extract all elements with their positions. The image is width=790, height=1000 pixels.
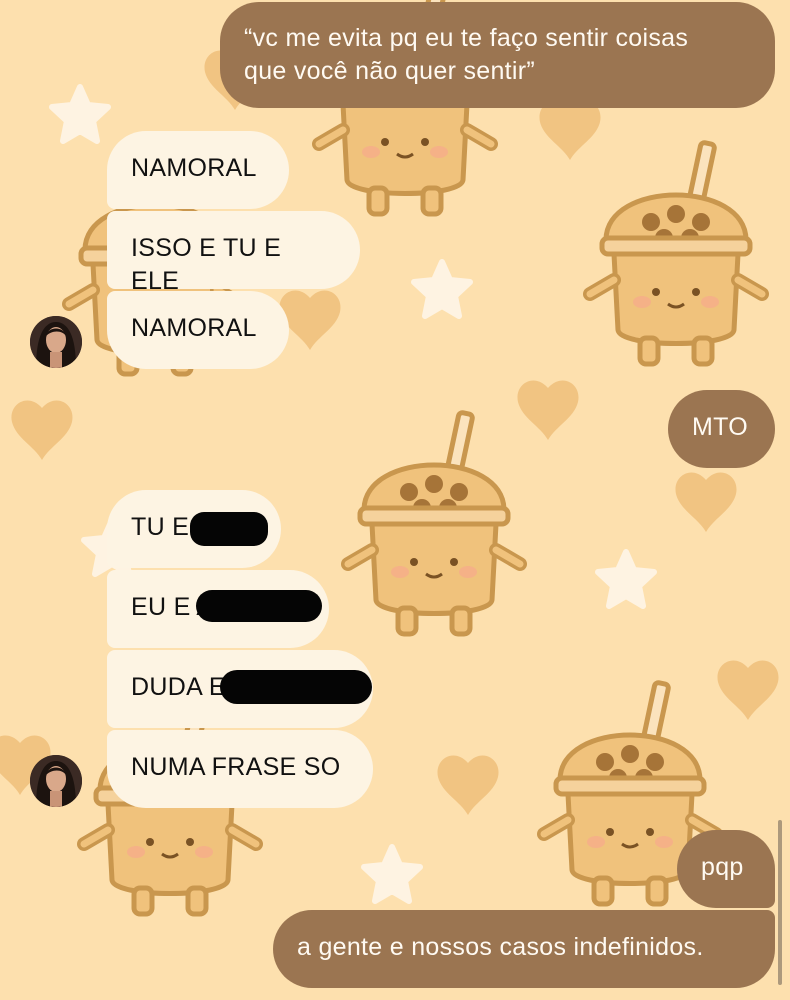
redaction-mark [220, 670, 372, 704]
contact-avatar-icon[interactable] [30, 316, 82, 368]
message-incoming[interactable]: NAMORAL [107, 291, 289, 369]
redaction-mark [196, 590, 322, 622]
message-incoming[interactable]: NAMORAL [107, 131, 289, 209]
scrollbar[interactable] [778, 820, 782, 985]
redaction-mark [190, 512, 268, 546]
contact-avatar-icon[interactable] [30, 755, 82, 807]
message-incoming[interactable]: ISSO E TU E ELE [107, 211, 360, 295]
message-outgoing[interactable]: MTO [668, 390, 775, 468]
message-outgoing[interactable]: a gente e nossos casos indefinidos. [273, 910, 775, 988]
message-outgoing[interactable]: “vc me evita pq eu te faço sentir coisas… [220, 2, 775, 108]
message-outgoing[interactable]: pqp [677, 830, 775, 908]
message-incoming[interactable]: NUMA FRASE SO [107, 730, 373, 808]
